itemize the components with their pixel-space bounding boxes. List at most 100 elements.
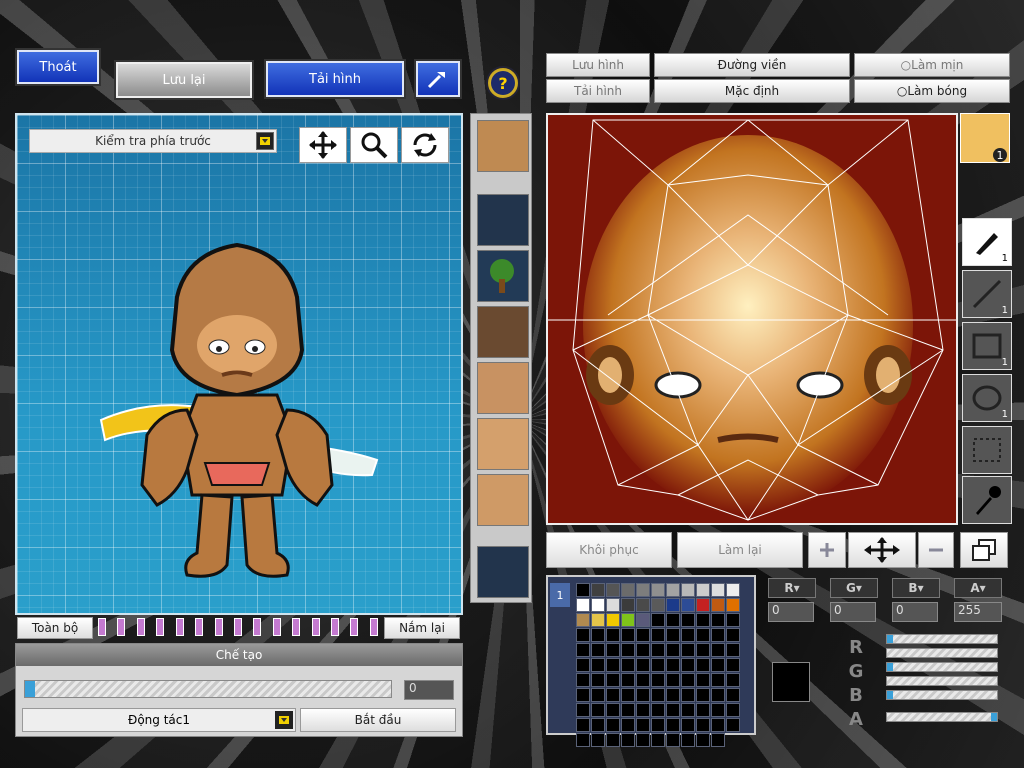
- palette-swatch[interactable]: [726, 628, 740, 642]
- palette-swatch[interactable]: [711, 703, 725, 717]
- palette-swatch[interactable]: [681, 733, 695, 747]
- palette-swatch[interactable]: [591, 628, 605, 642]
- palette-swatch[interactable]: [636, 628, 650, 642]
- move-tool-button[interactable]: [299, 127, 347, 163]
- palette-swatch[interactable]: [696, 628, 710, 642]
- palette-swatch[interactable]: [681, 688, 695, 702]
- timeline-frame[interactable]: [311, 618, 320, 636]
- palette-swatch[interactable]: [711, 598, 725, 612]
- palette-swatch[interactable]: [606, 658, 620, 672]
- palette-swatch[interactable]: [651, 703, 665, 717]
- palette-swatch[interactable]: [681, 718, 695, 732]
- b-channel-select[interactable]: B ▾: [892, 578, 940, 598]
- palette-swatch[interactable]: [726, 583, 740, 597]
- palette-swatch[interactable]: [606, 643, 620, 657]
- palette-swatch[interactable]: [576, 643, 590, 657]
- palette-swatch[interactable]: [636, 673, 650, 687]
- palette-swatch[interactable]: [606, 688, 620, 702]
- palette-swatch[interactable]: [651, 643, 665, 657]
- palette-swatch[interactable]: [681, 658, 695, 672]
- palette-swatch[interactable]: [606, 733, 620, 747]
- part-face2-thumb[interactable]: [477, 418, 529, 470]
- view-select[interactable]: Kiểm tra phía trước: [29, 129, 277, 153]
- palette-swatch[interactable]: [606, 718, 620, 732]
- part-tree-thumb[interactable]: [477, 250, 529, 302]
- palette-swatch[interactable]: [621, 598, 635, 612]
- rotate-tool-button[interactable]: [401, 127, 449, 163]
- palette-swatch[interactable]: [711, 733, 725, 747]
- part-face-thumb[interactable]: [477, 362, 529, 414]
- r-channel-select[interactable]: R ▾: [768, 578, 816, 598]
- palette-swatch[interactable]: [621, 688, 635, 702]
- a-slider-track[interactable]: [886, 712, 998, 722]
- timeline-frame[interactable]: [272, 618, 281, 636]
- a-channel-select[interactable]: A ▾: [954, 578, 1002, 598]
- palette-swatch[interactable]: [726, 643, 740, 657]
- palette-swatch[interactable]: [591, 643, 605, 657]
- palette-swatch[interactable]: [636, 583, 650, 597]
- palette-swatch[interactable]: [666, 703, 680, 717]
- palette-swatch[interactable]: [621, 733, 635, 747]
- palette-swatch[interactable]: [711, 718, 725, 732]
- palette-swatch[interactable]: [576, 613, 590, 627]
- ellipse-tool-button[interactable]: 1: [962, 374, 1012, 422]
- option-shade[interactable]: ○ Làm bóng: [854, 79, 1010, 103]
- palette-swatch[interactable]: [636, 658, 650, 672]
- palette-swatch[interactable]: [606, 628, 620, 642]
- timeline-frame[interactable]: [98, 618, 106, 636]
- palette-swatch[interactable]: [696, 733, 710, 747]
- palette-swatch[interactable]: [636, 703, 650, 717]
- palette-swatch[interactable]: [636, 688, 650, 702]
- r-slider-thumb[interactable]: [887, 635, 893, 643]
- palette-swatch[interactable]: [651, 613, 665, 627]
- palette-swatch[interactable]: [651, 658, 665, 672]
- palette-swatch[interactable]: [726, 703, 740, 717]
- help-button[interactable]: ?: [486, 66, 520, 100]
- part-face3-thumb[interactable]: [477, 474, 529, 526]
- palette-swatch[interactable]: [621, 658, 635, 672]
- palette-swatch[interactable]: [606, 583, 620, 597]
- palette-swatch[interactable]: [591, 673, 605, 687]
- r-slider-track[interactable]: [886, 634, 998, 644]
- chevron-down-icon[interactable]: [275, 711, 293, 729]
- palette-swatch[interactable]: [651, 598, 665, 612]
- palette-swatch[interactable]: [666, 583, 680, 597]
- palette-tab[interactable]: 1: [550, 583, 570, 607]
- palette-swatch[interactable]: [696, 718, 710, 732]
- g-channel-select[interactable]: G ▾: [830, 578, 878, 598]
- tab-default[interactable]: Mặc định: [654, 79, 850, 103]
- timeline-frame[interactable]: [175, 618, 184, 636]
- palette-swatch[interactable]: [591, 688, 605, 702]
- action-select[interactable]: Động tác1: [22, 708, 296, 732]
- select-tool-button[interactable]: [962, 426, 1012, 474]
- palette-swatch[interactable]: [591, 583, 605, 597]
- zoom-tool-button[interactable]: [350, 127, 398, 163]
- timeline-frame[interactable]: [350, 618, 359, 636]
- tab-outline[interactable]: Đường viền: [654, 53, 850, 77]
- g-value-field[interactable]: 0: [830, 602, 876, 622]
- palette-swatch[interactable]: [621, 718, 635, 732]
- eyedropper-tool-button[interactable]: [962, 476, 1012, 524]
- palette-swatch[interactable]: [591, 733, 605, 747]
- palette-swatch[interactable]: [711, 583, 725, 597]
- palette-swatch[interactable]: [651, 628, 665, 642]
- palette-swatch[interactable]: [666, 598, 680, 612]
- save-button[interactable]: Lưu lại: [114, 60, 254, 100]
- palette-swatch[interactable]: [726, 718, 740, 732]
- palette-swatch[interactable]: [651, 718, 665, 732]
- rect-tool-button[interactable]: 1: [962, 322, 1012, 370]
- palette-swatch[interactable]: [681, 583, 695, 597]
- r-slider-track-2[interactable]: [886, 648, 998, 658]
- palette-swatch[interactable]: [666, 613, 680, 627]
- palette-swatch[interactable]: [636, 613, 650, 627]
- palette-swatch[interactable]: [726, 658, 740, 672]
- palette-swatch[interactable]: [666, 628, 680, 642]
- g-slider-track-2[interactable]: [886, 676, 998, 686]
- restore-button[interactable]: Khôi phục: [546, 532, 672, 568]
- palette-swatch[interactable]: [591, 718, 605, 732]
- palette-swatch[interactable]: [696, 613, 710, 627]
- palette-swatch[interactable]: [591, 703, 605, 717]
- palette-swatch[interactable]: [696, 673, 710, 687]
- palette-swatch[interactable]: [666, 718, 680, 732]
- timeline-frame[interactable]: [233, 618, 242, 636]
